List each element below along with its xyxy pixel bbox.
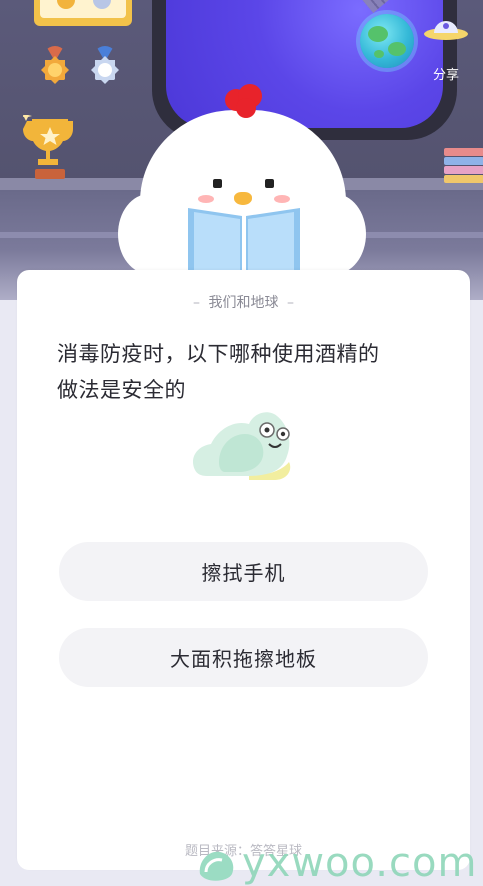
category-header: – 我们和地球 – (17, 292, 470, 312)
globe-icon (360, 14, 414, 68)
trophy-icon (23, 115, 73, 179)
share-ufo-icon (424, 21, 468, 40)
watermark: yxwoo.com (190, 838, 483, 886)
share-label: 分享 (432, 68, 459, 83)
mini-medals-icon (57, 0, 111, 9)
chick-comb (225, 84, 262, 118)
snail-icon (192, 412, 291, 480)
header-dash-right: – (286, 295, 294, 311)
question-line-1: 消毒防疫时，以下哪种使用酒精的 (57, 342, 380, 366)
top-scene: 分享 (0, 0, 483, 300)
silver-medal-icon (91, 46, 119, 84)
chick-eye-left (213, 179, 222, 188)
gold-medal-icon (41, 46, 69, 84)
answer-option-2-label: 大面积拖擦地板 (170, 647, 317, 671)
question-text: 消毒防疫时，以下哪种使用酒精的 做法是安全的 (57, 336, 437, 408)
share-button[interactable]: 分享 (420, 20, 472, 84)
answer-option-1-label: 擦拭手机 (201, 561, 286, 585)
books-icon (444, 148, 483, 184)
chick-wing-left (118, 194, 180, 274)
header-dash-left: – (193, 295, 201, 311)
badge-frame-inner (40, 0, 126, 18)
chick-eye-right (265, 179, 274, 188)
question-card: – 我们和地球 – 消毒防疫时，以下哪种使用酒精的 做法是安全的 擦拭手机 大面… (17, 270, 470, 870)
answer-option-1[interactable]: 擦拭手机 (59, 542, 428, 601)
chick-wing-right (304, 194, 366, 274)
watermark-logo-icon (199, 851, 234, 881)
answer-option-2[interactable]: 大面积拖擦地板 (59, 628, 428, 687)
watermark-text: yxwoo.com (242, 840, 478, 886)
category-title: 我们和地球 (208, 295, 279, 311)
satellite-icon (359, 0, 401, 13)
chick-mascot (118, 84, 368, 300)
